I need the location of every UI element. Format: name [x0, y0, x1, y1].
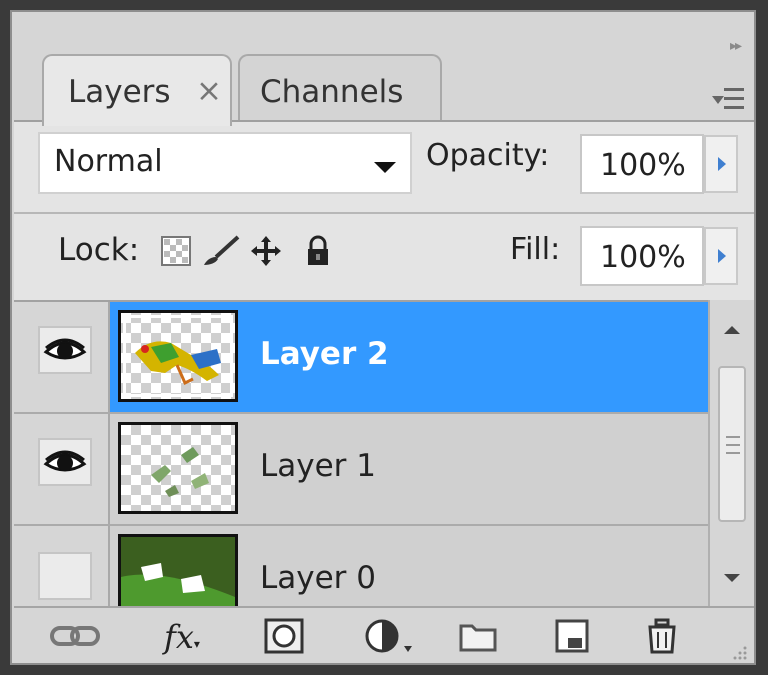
lock-transparent-pixels-icon[interactable] — [160, 235, 192, 267]
layers-scrollbar[interactable] — [708, 300, 754, 606]
visibility-toggle[interactable] — [14, 414, 110, 524]
scrollbar-thumb[interactable] — [718, 366, 746, 522]
chevron-down-icon — [374, 162, 396, 173]
resize-grip-icon[interactable] — [728, 641, 748, 661]
fill-input[interactable]: 100% — [580, 226, 704, 286]
layers-list: Layer 2 Layer 1 Layer 0 — [14, 300, 708, 608]
layer-thumbnail — [118, 422, 238, 514]
eye-icon — [38, 326, 92, 374]
blend-mode-select[interactable]: Normal — [38, 132, 412, 194]
lock-label: Lock: — [58, 232, 140, 268]
eye-icon — [38, 438, 92, 486]
layer-row-layer-2[interactable]: Layer 2 — [14, 302, 708, 414]
layers-footer-toolbar: fx▾ — [14, 606, 754, 663]
scroll-down-arrow-icon[interactable] — [724, 574, 740, 582]
opacity-label: Opacity: — [426, 138, 550, 173]
visibility-toggle[interactable] — [14, 526, 110, 608]
panel-menu-icon[interactable] — [712, 84, 746, 114]
lock-image-pixels-icon[interactable] — [202, 235, 242, 267]
layer-row-layer-0[interactable]: Layer 0 — [14, 526, 708, 608]
fx-label: fx — [164, 618, 194, 656]
layer-item[interactable]: Layer 0 — [110, 526, 708, 608]
tab-channels[interactable]: Channels — [238, 54, 442, 122]
tab-layers-label: Layers — [68, 74, 171, 110]
fill-label: Fill: — [510, 232, 561, 267]
layer-name: Layer 2 — [260, 336, 389, 372]
link-layers-icon[interactable] — [50, 618, 100, 654]
close-icon[interactable]: × — [196, 73, 222, 109]
lock-position-icon[interactable] — [250, 235, 282, 267]
layer-item[interactable]: Layer 1 — [110, 414, 708, 524]
tab-channels-label: Channels — [260, 74, 404, 110]
layers-panel: ▸▸ Layers × Channels Normal Opacity: 100… — [10, 10, 756, 665]
new-layer-icon[interactable] — [554, 618, 590, 654]
new-group-icon[interactable] — [458, 618, 498, 654]
lock-all-icon[interactable] — [302, 235, 334, 267]
visibility-empty-box — [38, 552, 92, 600]
opacity-input[interactable]: 100% — [580, 134, 704, 194]
layer-thumbnail — [118, 310, 238, 402]
layer-thumbnail — [118, 534, 238, 608]
visibility-toggle[interactable] — [14, 302, 110, 412]
panel-tab-bar: ▸▸ Layers × Channels — [12, 12, 754, 126]
layer-item[interactable]: Layer 2 — [110, 302, 708, 412]
layer-options-bar: Normal Opacity: 100% Lock: Fill: 100% — [14, 120, 754, 300]
delete-layer-icon[interactable] — [646, 618, 678, 654]
layer-row-layer-1[interactable]: Layer 1 — [14, 414, 708, 526]
fill-slider-button[interactable] — [704, 227, 738, 285]
tab-layers[interactable]: Layers × — [42, 54, 232, 126]
opacity-slider-button[interactable] — [704, 135, 738, 193]
layer-name: Layer 1 — [260, 448, 377, 484]
blend-mode-value: Normal — [54, 144, 163, 179]
double-chevron-right-icon[interactable]: ▸▸ — [730, 38, 742, 54]
add-mask-icon[interactable] — [264, 618, 304, 654]
layer-style-fx-icon[interactable]: fx▾ — [164, 618, 234, 656]
adjustment-layer-icon[interactable] — [364, 618, 420, 654]
scroll-up-arrow-icon[interactable] — [724, 326, 740, 334]
layer-name: Layer 0 — [260, 560, 377, 596]
divider — [14, 212, 754, 214]
